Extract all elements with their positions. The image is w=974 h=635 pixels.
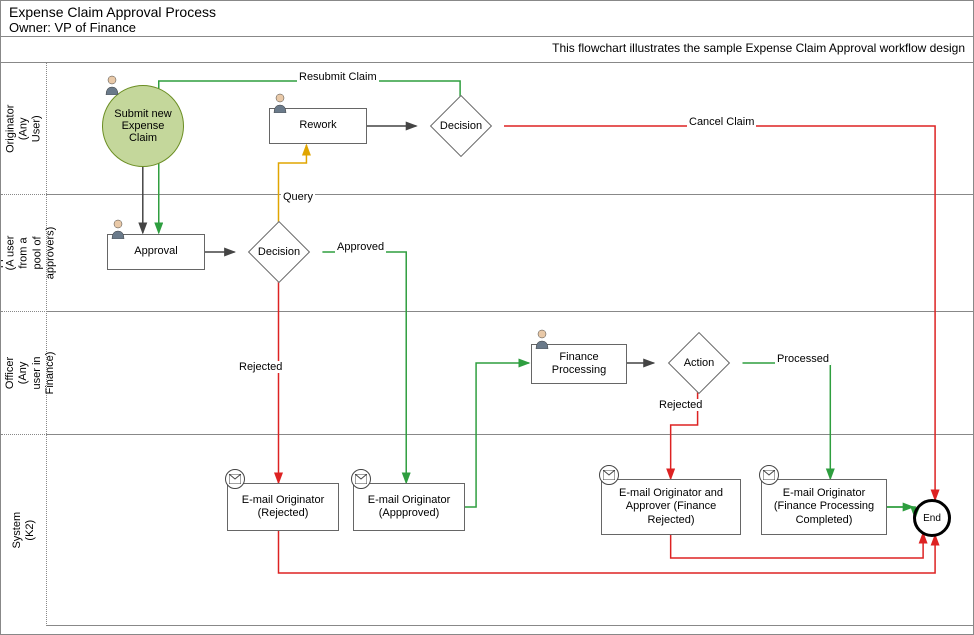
lane-originator	[47, 63, 973, 195]
node-decision-rework-label: Decision	[417, 102, 505, 150]
lanes-area: Submit new Expense Claim Rework Decision…	[47, 63, 973, 626]
mail-icon	[599, 465, 619, 485]
lane-label-approver: Approver (A user from a pool of approver…	[1, 195, 47, 312]
edge-label-cancel: Cancel Claim	[687, 116, 756, 128]
edge-label-query: Query	[281, 191, 315, 203]
node-rework-label: Rework	[299, 119, 336, 132]
node-approval-label: Approval	[134, 245, 177, 258]
edge-label-processed: Processed	[775, 353, 831, 365]
lane-label-originator: Originator (Any User)	[1, 63, 47, 195]
node-email-rejected-label: E-mail Originator (Rejected)	[232, 494, 334, 520]
edge-label-resubmit: Resubmit Claim	[297, 71, 379, 83]
node-email-completed: E-mail Originator (Finance Processing Co…	[761, 479, 887, 535]
diagram-description-bar: This flowchart illustrates the sample Ex…	[1, 37, 973, 63]
edge-label-fin-rejected: Rejected	[657, 399, 704, 411]
diagram-canvas: Expense Claim Approval Process Owner: VP…	[0, 0, 974, 635]
node-email-approved: E-mail Originator (Appproved)	[353, 483, 465, 531]
node-end: End	[913, 499, 951, 537]
node-action: Action	[655, 339, 743, 387]
node-email-approved-label: E-mail Originator (Appproved)	[358, 494, 460, 520]
diagram-header: Expense Claim Approval Process Owner: VP…	[1, 1, 973, 37]
user-icon	[104, 75, 120, 95]
user-icon	[110, 219, 126, 239]
node-action-label: Action	[655, 339, 743, 387]
node-email-rejected: E-mail Originator (Rejected)	[227, 483, 339, 531]
swimlanes-body: Originator (Any User) Approver (A user f…	[1, 63, 973, 626]
node-decision-approval-label: Decision	[235, 228, 323, 276]
node-email-completed-label: E-mail Originator (Finance Processing Co…	[766, 487, 882, 527]
mail-icon	[351, 469, 371, 489]
diagram-owner: Owner: VP of Finance	[9, 20, 965, 35]
edge-label-approved: Approved	[335, 241, 386, 253]
node-rework: Rework	[269, 108, 367, 144]
diagram-title: Expense Claim Approval Process	[9, 4, 965, 20]
node-decision-rework: Decision	[417, 102, 505, 150]
node-approval: Approval	[107, 234, 205, 270]
node-email-fin-rejected-label: E-mail Originator and Approver (Finance …	[606, 487, 736, 527]
node-start-label: Submit new Expense Claim	[109, 108, 177, 144]
node-decision-approval: Decision	[235, 228, 323, 276]
lane-finance	[47, 312, 973, 435]
diagram-description: This flowchart illustrates the sample Ex…	[552, 41, 965, 55]
user-icon	[534, 329, 550, 349]
lane-labels-column: Originator (Any User) Approver (A user f…	[1, 63, 47, 626]
mail-icon	[225, 469, 245, 489]
lane-label-finance: Finance Officer (Any user in Finance)	[1, 312, 47, 435]
node-start: Submit new Expense Claim	[102, 85, 184, 167]
node-end-label: End	[923, 513, 941, 524]
node-finance-processing: Finance Processing	[531, 344, 627, 384]
lane-label-system: System (K2)	[1, 435, 47, 626]
user-icon	[272, 93, 288, 113]
mail-icon	[759, 465, 779, 485]
node-email-fin-rejected: E-mail Originator and Approver (Finance …	[601, 479, 741, 535]
node-finance-processing-label: Finance Processing	[536, 351, 622, 377]
edge-label-rejected: Rejected	[237, 361, 284, 373]
